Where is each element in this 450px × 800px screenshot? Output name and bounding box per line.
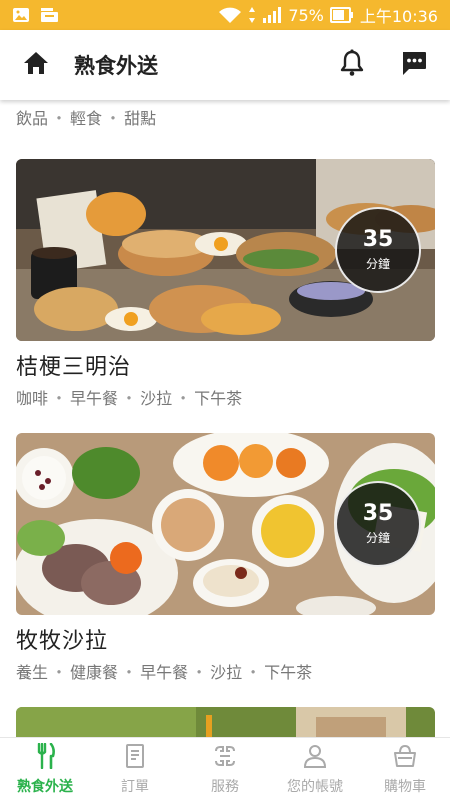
- nav-item-service[interactable]: 服務: [180, 738, 270, 800]
- restaurant-list[interactable]: 飲品・輕食・甜點 35 分鐘 桔梗三明治 咖啡 ・ 早午餐 ・ 沙拉 ・ 下午茶…: [0, 100, 450, 737]
- fork-knife-icon: [32, 742, 58, 773]
- notifications-button[interactable]: [332, 45, 372, 85]
- restaurant-card[interactable]: 35 分鐘 桔梗三明治 咖啡・早午餐・沙拉・下午茶: [16, 159, 435, 409]
- home-icon: [22, 50, 50, 80]
- status-bar: 75% 上午10:36: [0, 0, 450, 30]
- chat-icon: [400, 49, 428, 81]
- restaurant-tags: 養生・健康餐・早午餐・沙拉・下午茶: [16, 663, 313, 682]
- restaurant-image[interactable]: 35 分鐘: [16, 433, 435, 615]
- delivery-time-unit: 分鐘: [365, 257, 390, 271]
- delivery-time-unit: 分鐘: [365, 531, 390, 545]
- delivery-time-value: 35: [362, 227, 394, 252]
- home-button[interactable]: [16, 45, 56, 85]
- user-icon: [302, 743, 328, 773]
- service-icon: [212, 743, 238, 773]
- nav-item-food-delivery[interactable]: 熟食外送: [0, 738, 90, 800]
- delivery-time-badge: 35 分鐘: [335, 481, 421, 567]
- restaurant-name[interactable]: 牧牧沙拉: [16, 623, 435, 655]
- delivery-time-value: 35: [362, 501, 394, 526]
- status-right: 75% 上午10:36: [218, 3, 438, 27]
- drink-photo: [16, 707, 435, 737]
- status-left: [12, 7, 60, 23]
- clock: 上午10:36: [359, 7, 438, 26]
- nav-item-cart[interactable]: 購物車: [360, 738, 450, 800]
- battery-percentage: 75%: [288, 5, 324, 25]
- bell-icon: [340, 49, 364, 81]
- nav-label: 訂單: [121, 778, 149, 795]
- signal-icon: [262, 6, 282, 24]
- nav-label: 服務: [211, 778, 239, 795]
- messages-button[interactable]: [394, 45, 434, 85]
- battery-icon: [329, 7, 354, 23]
- wifi-icon: [218, 6, 242, 24]
- restaurant-image[interactable]: 35 分鐘: [16, 159, 435, 341]
- restaurant-tags: 咖啡・早午餐・沙拉・下午茶: [16, 389, 243, 408]
- restaurant-name[interactable]: 桔梗三明治: [16, 349, 435, 381]
- restaurant-tags-partial: 飲品・輕食・甜點: [16, 109, 157, 128]
- nav-label: 熟食外送: [17, 778, 73, 795]
- restaurant-image[interactable]: [16, 707, 435, 737]
- nav-label: 您的帳號: [287, 778, 343, 795]
- data-notification-icon: [40, 7, 60, 23]
- image-notification-icon: [12, 7, 30, 23]
- nav-item-orders[interactable]: 訂單: [90, 738, 180, 800]
- receipt-icon: [123, 743, 147, 773]
- delivery-time-badge: 35 分鐘: [335, 207, 421, 293]
- basket-icon: [392, 743, 418, 773]
- data-arrows-icon: [248, 6, 256, 24]
- page-title: 熟食外送: [74, 54, 158, 78]
- bottom-navigation: 熟食外送 訂單 服務 您的帳號 購物車: [0, 737, 450, 800]
- app-header: 熟食外送: [0, 30, 450, 100]
- nav-item-account[interactable]: 您的帳號: [270, 738, 360, 800]
- restaurant-card[interactable]: 35 分鐘 牧牧沙拉 養生・健康餐・早午餐・沙拉・下午茶: [16, 433, 435, 683]
- nav-label: 購物車: [384, 778, 426, 795]
- restaurant-card[interactable]: [16, 707, 435, 737]
